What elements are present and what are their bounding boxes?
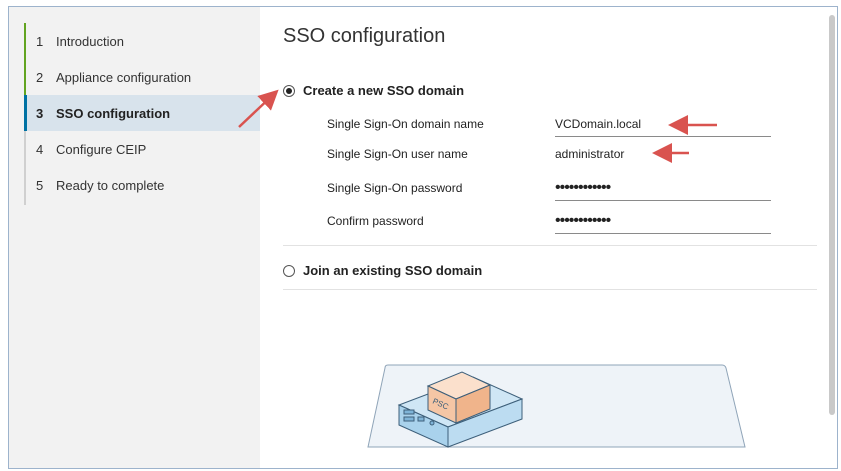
step-configure-ceip[interactable]: 4 Configure CEIP [24, 131, 260, 167]
step-number: 5 [36, 177, 44, 193]
step-number: 1 [36, 33, 44, 49]
step-sso-configuration[interactable]: 3 SSO configuration [24, 95, 260, 131]
step-label: Introduction [56, 33, 124, 49]
wizard-steps: 1 Introduction 2 Appliance configuration… [24, 23, 260, 205]
step-number: 3 [36, 105, 44, 121]
step-number: 2 [36, 69, 44, 85]
step-appliance-configuration[interactable]: 2 Appliance configuration [24, 59, 260, 95]
main-panel: SSO configuration Create a new SSO domai… [260, 7, 837, 468]
step-label: Ready to complete [56, 177, 165, 193]
step-label: SSO configuration [56, 105, 171, 121]
step-number: 4 [36, 141, 44, 157]
step-label: Appliance configuration [56, 69, 192, 85]
step-ready-to-complete[interactable]: 5 Ready to complete [24, 167, 260, 203]
installer-window: 1 Introduction 2 Appliance configuration… [8, 6, 838, 469]
step-introduction[interactable]: 1 Introduction [24, 23, 260, 59]
wizard-sidebar: 1 Introduction 2 Appliance configuration… [9, 7, 260, 468]
psc-illustration: PSC [367, 364, 746, 448]
step-label: Configure CEIP [56, 141, 147, 157]
